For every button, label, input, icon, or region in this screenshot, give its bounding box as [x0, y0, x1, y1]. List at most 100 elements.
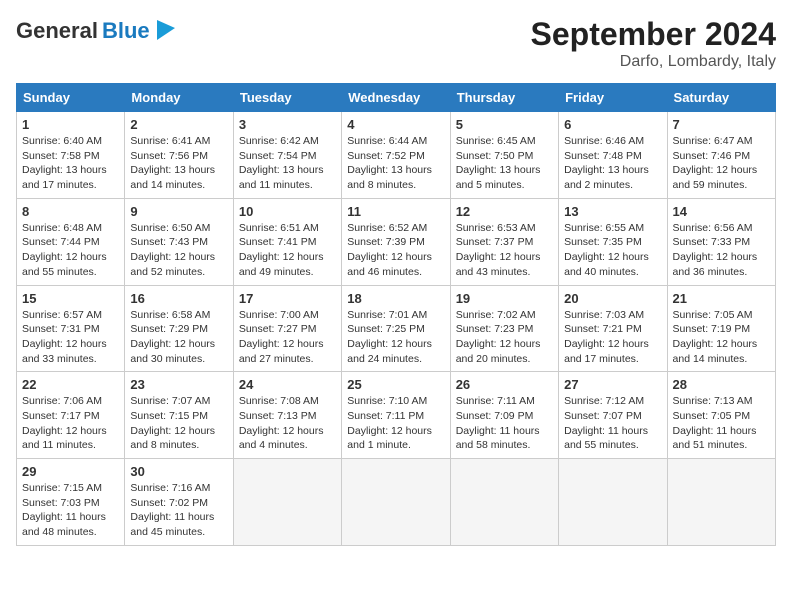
- logo-blue-text: Blue: [102, 18, 150, 44]
- day-number: 17: [239, 291, 336, 306]
- calendar-cell: 1Sunrise: 6:40 AMSunset: 7:58 PMDaylight…: [17, 112, 125, 199]
- cell-details: Sunrise: 7:13 AMSunset: 7:05 PMDaylight:…: [673, 394, 770, 453]
- cell-details: Sunrise: 6:46 AMSunset: 7:48 PMDaylight:…: [564, 134, 661, 193]
- day-number: 30: [130, 464, 227, 479]
- cell-details: Sunrise: 7:03 AMSunset: 7:21 PMDaylight:…: [564, 308, 661, 367]
- day-number: 10: [239, 204, 336, 219]
- header-monday: Monday: [125, 84, 233, 112]
- calendar-cell: 29 Sunrise: 7:15 AMSunset: 7:03 PMDayligh…: [17, 459, 125, 546]
- day-number: 24: [239, 377, 336, 392]
- cell-details: Sunrise: 7:16 AMSunset: 7:02 PMDaylight:…: [130, 481, 227, 540]
- calendar-cell: 12 Sunrise: 6:53 AMSunset: 7:37 PMDayligh…: [450, 198, 558, 285]
- calendar-cell: 10 Sunrise: 6:51 AMSunset: 7:41 PMDayligh…: [233, 198, 341, 285]
- week-row-3: 15Sunrise: 6:57 AMSunset: 7:31 PMDayligh…: [17, 285, 776, 372]
- calendar-cell: 17Sunrise: 7:00 AMSunset: 7:27 PMDayligh…: [233, 285, 341, 372]
- cell-details: Sunrise: 7:10 AMSunset: 7:11 PMDaylight:…: [347, 394, 444, 453]
- week-row-5: 29 Sunrise: 7:15 AMSunset: 7:03 PMDayligh…: [17, 459, 776, 546]
- cell-details: Sunrise: 6:57 AMSunset: 7:31 PMDaylight:…: [22, 308, 119, 367]
- header-thursday: Thursday: [450, 84, 558, 112]
- cell-details: Sunrise: 6:58 AMSunset: 7:29 PMDaylight:…: [130, 308, 227, 367]
- cell-details: Sunrise: 6:48 AMSunset: 7:44 PMDaylight:…: [22, 221, 119, 280]
- page-header: GeneralBlue September 2024 Darfo, Lombar…: [16, 16, 776, 71]
- calendar-cell: 14 Sunrise: 6:56 AMSunset: 7:33 PMDayligh…: [667, 198, 775, 285]
- calendar-header: SundayMondayTuesdayWednesdayThursdayFrid…: [17, 84, 776, 112]
- day-number: 13: [564, 204, 661, 219]
- day-number: 29: [22, 464, 119, 479]
- calendar-cell: 20Sunrise: 7:03 AMSunset: 7:21 PMDayligh…: [559, 285, 667, 372]
- day-number: 2: [130, 117, 227, 132]
- cell-details: Sunrise: 7:02 AMSunset: 7:23 PMDaylight:…: [456, 308, 553, 367]
- month-title: September 2024: [531, 16, 776, 53]
- cell-details: Sunrise: 7:08 AMSunset: 7:13 PMDaylight:…: [239, 394, 336, 453]
- calendar-cell: 19 Sunrise: 7:02 AMSunset: 7:23 PMDayligh…: [450, 285, 558, 372]
- week-row-4: 22Sunrise: 7:06 AMSunset: 7:17 PMDayligh…: [17, 372, 776, 459]
- cell-details: Sunrise: 6:45 AMSunset: 7:50 PMDaylight:…: [456, 134, 553, 193]
- cell-details: Sunrise: 7:07 AMSunset: 7:15 PMDaylight:…: [130, 394, 227, 453]
- calendar-cell: 26 Sunrise: 7:11 AMSunset: 7:09 PMDayligh…: [450, 372, 558, 459]
- calendar-body: 1Sunrise: 6:40 AMSunset: 7:58 PMDaylight…: [17, 112, 776, 546]
- header-tuesday: Tuesday: [233, 84, 341, 112]
- calendar-cell: 21Sunrise: 7:05 AMSunset: 7:19 PMDayligh…: [667, 285, 775, 372]
- cell-details: Sunrise: 6:53 AMSunset: 7:37 PMDaylight:…: [456, 221, 553, 280]
- week-row-1: 1Sunrise: 6:40 AMSunset: 7:58 PMDaylight…: [17, 112, 776, 199]
- cell-details: Sunrise: 7:15 AMSunset: 7:03 PMDaylight:…: [22, 481, 119, 540]
- header-row: SundayMondayTuesdayWednesdayThursdayFrid…: [17, 84, 776, 112]
- title-block: September 2024 Darfo, Lombardy, Italy: [531, 16, 776, 71]
- calendar-cell: 27Sunrise: 7:12 AMSunset: 7:07 PMDayligh…: [559, 372, 667, 459]
- day-number: 7: [673, 117, 770, 132]
- calendar-cell: 3 Sunrise: 6:42 AMSunset: 7:54 PMDaylight…: [233, 112, 341, 199]
- day-number: 28: [673, 377, 770, 392]
- day-number: 18: [347, 291, 444, 306]
- day-number: 8: [22, 204, 119, 219]
- day-number: 14: [673, 204, 770, 219]
- calendar-cell: 22Sunrise: 7:06 AMSunset: 7:17 PMDayligh…: [17, 372, 125, 459]
- day-number: 5: [456, 117, 553, 132]
- day-number: 12: [456, 204, 553, 219]
- cell-details: Sunrise: 6:56 AMSunset: 7:33 PMDaylight:…: [673, 221, 770, 280]
- day-number: 19: [456, 291, 553, 306]
- header-friday: Friday: [559, 84, 667, 112]
- day-number: 3: [239, 117, 336, 132]
- calendar-cell: 15Sunrise: 6:57 AMSunset: 7:31 PMDayligh…: [17, 285, 125, 372]
- header-sunday: Sunday: [17, 84, 125, 112]
- calendar-cell: 24 Sunrise: 7:08 AMSunset: 7:13 PMDayligh…: [233, 372, 341, 459]
- day-number: 25: [347, 377, 444, 392]
- cell-details: Sunrise: 7:06 AMSunset: 7:17 PMDaylight:…: [22, 394, 119, 453]
- day-number: 9: [130, 204, 227, 219]
- calendar-cell: 28 Sunrise: 7:13 AMSunset: 7:05 PMDayligh…: [667, 372, 775, 459]
- cell-details: Sunrise: 6:51 AMSunset: 7:41 PMDaylight:…: [239, 221, 336, 280]
- cell-details: Sunrise: 6:52 AMSunset: 7:39 PMDaylight:…: [347, 221, 444, 280]
- calendar-cell: 2 Sunrise: 6:41 AMSunset: 7:56 PMDaylight…: [125, 112, 233, 199]
- cell-details: Sunrise: 6:47 AMSunset: 7:46 PMDaylight:…: [673, 134, 770, 193]
- cell-details: Sunrise: 7:01 AMSunset: 7:25 PMDaylight:…: [347, 308, 444, 367]
- cell-details: Sunrise: 6:41 AMSunset: 7:56 PMDaylight:…: [130, 134, 227, 193]
- calendar-cell: 16Sunrise: 6:58 AMSunset: 7:29 PMDayligh…: [125, 285, 233, 372]
- cell-details: Sunrise: 6:42 AMSunset: 7:54 PMDaylight:…: [239, 134, 336, 193]
- calendar-cell: 6 Sunrise: 6:46 AMSunset: 7:48 PMDaylight…: [559, 112, 667, 199]
- day-number: 27: [564, 377, 661, 392]
- week-row-2: 8 Sunrise: 6:48 AMSunset: 7:44 PMDaylight…: [17, 198, 776, 285]
- calendar-cell: [342, 459, 450, 546]
- cell-details: Sunrise: 6:40 AMSunset: 7:58 PMDaylight:…: [22, 134, 119, 193]
- location-subtitle: Darfo, Lombardy, Italy: [531, 53, 776, 71]
- cell-details: Sunrise: 6:55 AMSunset: 7:35 PMDaylight:…: [564, 221, 661, 280]
- calendar-table: SundayMondayTuesdayWednesdayThursdayFrid…: [16, 83, 776, 546]
- calendar-cell: [559, 459, 667, 546]
- day-number: 6: [564, 117, 661, 132]
- day-number: 26: [456, 377, 553, 392]
- calendar-cell: [233, 459, 341, 546]
- calendar-cell: [450, 459, 558, 546]
- calendar-cell: 11Sunrise: 6:52 AMSunset: 7:39 PMDayligh…: [342, 198, 450, 285]
- calendar-cell: [667, 459, 775, 546]
- day-number: 23: [130, 377, 227, 392]
- logo-icon: [157, 20, 175, 40]
- calendar-cell: 18 Sunrise: 7:01 AMSunset: 7:25 PMDayligh…: [342, 285, 450, 372]
- cell-details: Sunrise: 7:11 AMSunset: 7:09 PMDaylight:…: [456, 394, 553, 453]
- calendar-cell: 7 Sunrise: 6:47 AMSunset: 7:46 PMDaylight…: [667, 112, 775, 199]
- calendar-cell: 9 Sunrise: 6:50 AMSunset: 7:43 PMDaylight…: [125, 198, 233, 285]
- logo: GeneralBlue: [16, 16, 175, 45]
- day-number: 21: [673, 291, 770, 306]
- calendar-cell: 25 Sunrise: 7:10 AMSunset: 7:11 PMDayligh…: [342, 372, 450, 459]
- cell-details: Sunrise: 6:50 AMSunset: 7:43 PMDaylight:…: [130, 221, 227, 280]
- calendar-cell: 4Sunrise: 6:44 AMSunset: 7:52 PMDaylight…: [342, 112, 450, 199]
